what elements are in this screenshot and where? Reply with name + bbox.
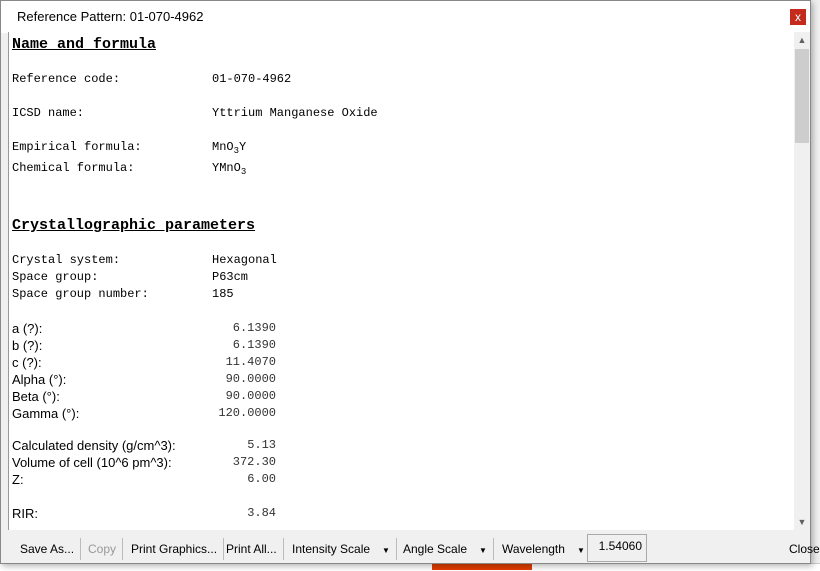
scroll-down-icon[interactable]: ▼	[794, 514, 810, 530]
param-value: 6.1390	[232, 321, 276, 335]
close-button[interactable]: Close	[783, 538, 820, 560]
field-label: Crystal system:	[12, 253, 121, 267]
background-highlight-cell	[432, 564, 532, 570]
copy-button[interactable]: Copy	[82, 538, 124, 560]
param-label: RIR:	[12, 506, 38, 521]
param-label: b (?):	[12, 338, 43, 353]
scrollbar-thumb[interactable]	[795, 49, 809, 143]
background-window	[812, 0, 820, 570]
space-group-value: P63cm	[212, 270, 249, 284]
param-label: Z:	[12, 472, 24, 487]
param-value: 11.4070	[225, 355, 276, 369]
param-value: 120.0000	[218, 406, 276, 420]
param-label: a (?):	[12, 321, 43, 336]
param-value: 3.84	[247, 506, 276, 520]
intensity-scale-dropdown[interactable]: Intensity Scale	[286, 538, 397, 560]
print-graphics-button[interactable]: Print Graphics...	[125, 538, 225, 560]
wavelength-dropdown[interactable]: Wavelength	[496, 538, 592, 560]
field-label: Chemical formula:	[12, 161, 135, 175]
formula-part: Y	[239, 140, 247, 154]
formula-subscript: 3	[240, 167, 247, 177]
param-value: 6.1390	[232, 338, 276, 352]
param-value: 6.00	[247, 472, 276, 486]
chemical-formula-value: YMnO3	[212, 161, 246, 177]
formula-part: YMnO	[212, 161, 241, 175]
wavelength-value[interactable]: 1.54060	[587, 534, 647, 562]
param-value: 90.0000	[225, 389, 276, 403]
section-heading-name-formula: Name and formula	[12, 36, 157, 53]
window-title: Reference Pattern: 01-070-4962	[17, 9, 204, 24]
crystal-system-value: Hexagonal	[212, 253, 277, 267]
param-label: c (?):	[12, 355, 42, 370]
field-label: Space group:	[12, 270, 99, 284]
icsd-name-value: Yttrium Manganese Oxide	[212, 106, 378, 120]
space-group-number-value: 185	[212, 287, 234, 301]
param-value: 90.0000	[225, 372, 276, 386]
param-label: Volume of cell (10^6 pm^3):	[12, 455, 172, 470]
field-label: Reference code:	[12, 72, 121, 86]
print-all-button[interactable]: Print All...	[220, 538, 284, 560]
field-label: Empirical formula:	[12, 140, 142, 154]
param-label: Beta (°):	[12, 389, 60, 404]
section-heading-crystallographic: Crystallographic parameters	[12, 217, 256, 234]
scroll-up-icon[interactable]: ▲	[794, 32, 810, 48]
toolbar: Save As... Copy Print Graphics... Print …	[8, 534, 820, 562]
angle-scale-dropdown[interactable]: Angle Scale	[397, 538, 494, 560]
param-label: Calculated density (g/cm^3):	[12, 438, 176, 453]
title-bar: Reference Pattern: 01-070-4962 x	[1, 1, 810, 33]
report-content: Name and formula Reference code: 01-070-…	[8, 32, 795, 530]
empirical-formula-value: MnO3Y	[212, 140, 246, 156]
formula-part: MnO	[212, 140, 234, 154]
param-value: 372.30	[232, 455, 276, 469]
param-value: 5.13	[247, 438, 276, 452]
vertical-scrollbar[interactable]: ▲ ▼	[794, 32, 810, 530]
close-icon[interactable]: x	[790, 9, 806, 25]
field-label: ICSD name:	[12, 106, 85, 120]
param-label: Alpha (°):	[12, 372, 67, 387]
save-as-button[interactable]: Save As...	[14, 538, 82, 560]
reference-code-value: 01-070-4962	[212, 72, 292, 86]
param-label: Gamma (°):	[12, 406, 80, 421]
field-label: Space group number:	[12, 287, 149, 301]
